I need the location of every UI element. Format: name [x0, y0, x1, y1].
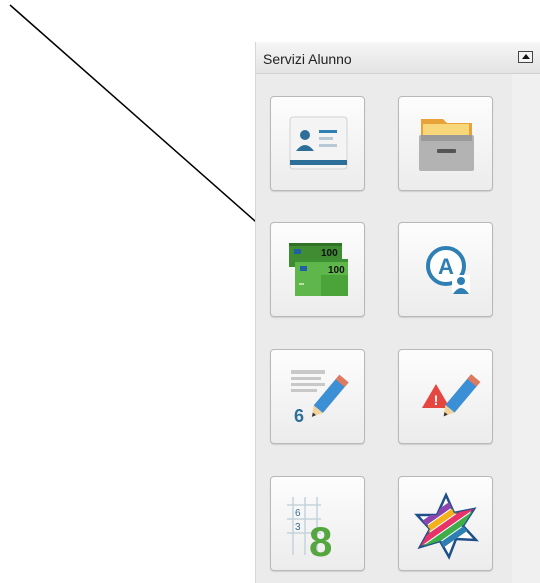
- banknotes-payment-icon: 100 100: [289, 243, 348, 296]
- grades-button[interactable]: 6: [270, 349, 365, 444]
- student-id-card-icon: [289, 116, 348, 170]
- payments-button[interactable]: 100 100: [270, 222, 365, 317]
- notes-button[interactable]: !: [398, 349, 493, 444]
- caret-up-icon: [522, 54, 530, 59]
- collapse-button[interactable]: [518, 51, 533, 63]
- small-grade: 3: [295, 522, 301, 533]
- banknote-value: 100: [328, 265, 345, 276]
- grade-pencil-icon: 6: [291, 370, 349, 426]
- small-grade: 6: [295, 508, 301, 519]
- servizi-alunno-panel: Servizi Alunno 100 100 A 6 ! 6 3 8: [255, 42, 540, 583]
- colorful-star-icon: [414, 491, 480, 560]
- student-card-button[interactable]: [270, 96, 365, 191]
- archive-button[interactable]: [398, 96, 493, 191]
- scores-grid-button[interactable]: 6 3 8: [270, 476, 365, 571]
- warning-pencil-icon: !: [422, 374, 481, 417]
- absences-button[interactable]: A: [398, 222, 493, 317]
- absence-letter: A: [438, 254, 454, 279]
- banknote-value: 100: [321, 248, 338, 259]
- panel-title: Servizi Alunno: [263, 51, 352, 67]
- grade-grid-icon: 6 3 8: [287, 497, 332, 565]
- panel-header: Servizi Alunno: [256, 42, 540, 74]
- big-grade: 8: [309, 518, 332, 565]
- file-cabinet-icon: [419, 119, 474, 171]
- activities-button[interactable]: [398, 476, 493, 571]
- grade-digit: 6: [294, 406, 304, 426]
- warning-symbol: !: [434, 392, 439, 408]
- scrollbar[interactable]: [512, 74, 540, 583]
- absence-user-icon: A: [426, 246, 470, 294]
